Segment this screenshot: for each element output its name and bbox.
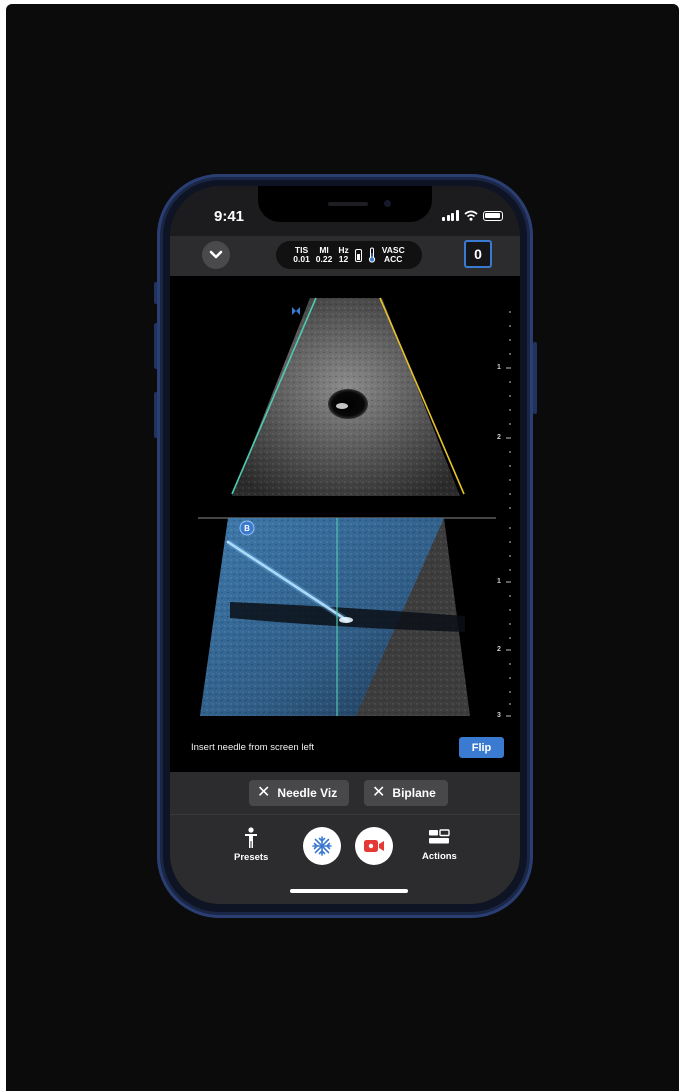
bottom-toolbar: Presets Actions <box>170 814 520 904</box>
depth-label: 1 <box>497 578 501 585</box>
close-icon[interactable]: ✕ <box>372 785 385 801</box>
layout-icon <box>429 829 451 844</box>
notch <box>258 186 432 222</box>
ultrasound-canvas: B <box>198 297 511 717</box>
phone-screen: 9:41 TIS 0.01 MI 0.22 Hz 12 VASC ACC 0 B… <box>170 186 520 904</box>
cellular-signal-icon <box>442 210 459 221</box>
record-button[interactable] <box>355 827 393 865</box>
flip-button[interactable]: Flip <box>459 737 504 758</box>
snowflake-icon <box>312 836 332 856</box>
chevron-down-icon <box>209 250 223 259</box>
depth-label: 2 <box>497 434 501 441</box>
freeze-button[interactable] <box>303 827 341 865</box>
front-camera <box>384 200 391 207</box>
preset-indicator: VASC ACC <box>382 246 405 264</box>
actions-button[interactable]: Actions <box>422 829 457 862</box>
presets-label: Presets <box>234 852 269 863</box>
collapse-button[interactable] <box>202 241 230 269</box>
scan-header: TIS 0.01 MI 0.22 Hz 12 VASC ACC 0 <box>170 236 520 276</box>
param-value: 0.22 <box>315 254 333 264</box>
close-icon[interactable]: ✕ <box>257 785 270 801</box>
preset-mode: ACC <box>384 254 403 264</box>
param-mi: MI 0.22 <box>316 246 333 264</box>
param-hz: Hz 12 <box>338 246 348 264</box>
butterfly-icon <box>292 307 300 315</box>
video-camera-icon <box>364 840 384 852</box>
thermometer-icon <box>368 247 375 263</box>
needle-viz-chip[interactable]: ✕ Needle Viz <box>249 780 349 806</box>
acoustic-parameters: TIS 0.01 MI 0.22 Hz 12 VASC ACC <box>276 241 422 269</box>
depth-label: 3 <box>497 712 501 719</box>
active-modes-row: ✕ Needle Viz ✕ Biplane <box>170 772 520 814</box>
image-counter-button[interactable]: 0 <box>464 240 492 268</box>
depth-scale <box>506 311 511 717</box>
param-value: 12 <box>338 254 349 264</box>
needle-hint-text: Insert needle from screen left <box>191 742 315 753</box>
presets-button[interactable]: Presets <box>234 827 268 863</box>
needle-hint-row: Insert needle from screen left Flip <box>170 726 520 772</box>
depth-label: 1 <box>497 364 501 371</box>
param-value: 0.01 <box>293 254 310 264</box>
status-icons <box>442 210 503 221</box>
actions-label: Actions <box>422 851 457 862</box>
ultrasound-view[interactable]: B 1 2 1 2 3 <box>170 276 520 726</box>
chip-label: Biplane <box>392 786 436 800</box>
speaker-grille <box>328 202 368 206</box>
home-indicator[interactable] <box>290 889 408 893</box>
vessel-cross-section <box>328 389 368 419</box>
status-time: 9:41 <box>214 208 245 225</box>
phone-power-button <box>533 342 537 414</box>
battery-icon <box>482 210 503 221</box>
chip-label: Needle Viz <box>277 786 338 800</box>
biplane-chip[interactable]: ✕ Biplane <box>364 780 448 806</box>
plane-b-badge-label: B <box>244 524 250 533</box>
wifi-icon <box>463 210 478 221</box>
person-icon <box>245 827 258 848</box>
param-tis: TIS 0.01 <box>293 246 310 264</box>
depth-label: 2 <box>497 646 501 653</box>
probe-battery-icon <box>354 248 362 262</box>
